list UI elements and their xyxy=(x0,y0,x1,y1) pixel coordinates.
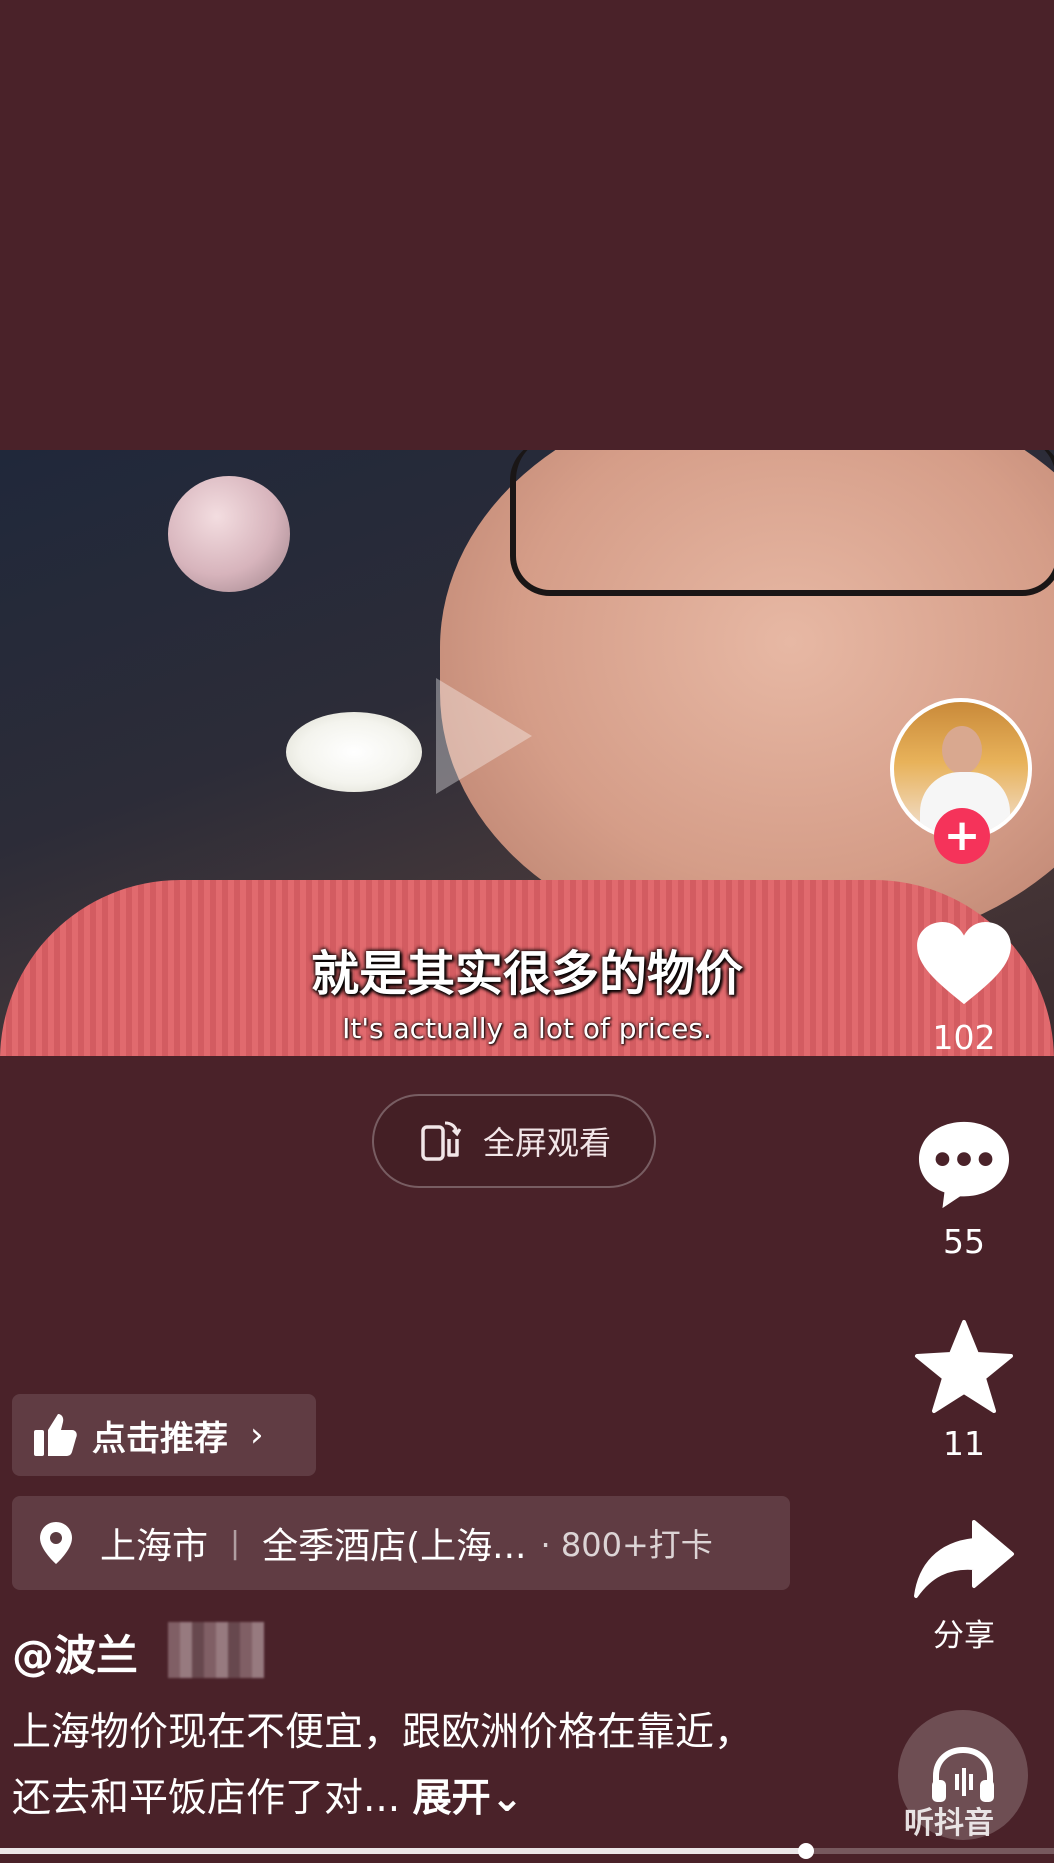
video-description: 上海物价现在不便宜，跟欧洲价格在靠近，还去和平饭店作了对... 展开⌄ xyxy=(12,1700,772,1832)
location-city: 上海市 xyxy=(100,1526,209,1567)
fullscreen-button[interactable]: 全屏观看 xyxy=(372,1094,656,1188)
share-arrow-icon xyxy=(914,1520,1014,1598)
star-icon xyxy=(915,1320,1013,1413)
chevron-right-icon: › xyxy=(250,1415,264,1455)
headphones-icon xyxy=(932,1746,994,1802)
progress-bar[interactable] xyxy=(0,1843,1054,1859)
subtitle-english: It's actually a lot of prices. xyxy=(342,1012,712,1045)
comment-bubble-icon xyxy=(918,1121,1010,1209)
glasses xyxy=(510,450,1054,596)
ceiling-light xyxy=(286,712,422,792)
rotate-screen-icon xyxy=(421,1121,462,1161)
follow-button[interactable]: + xyxy=(934,808,990,864)
author-name[interactable]: @波兰 xyxy=(12,1622,138,1683)
location-pin-icon xyxy=(40,1522,72,1564)
subtitle-chinese: 就是其实很多的物价 xyxy=(310,946,743,1002)
location-bar[interactable]: 上海市 | 全季酒店(上海... · 800+打卡 xyxy=(12,1496,790,1590)
favorite-count: 11 xyxy=(943,1424,985,1463)
progress-handle[interactable] xyxy=(798,1843,814,1859)
location-checkin-count: · 800+打卡 xyxy=(540,1526,713,1564)
recommend-label: 点击推荐 xyxy=(92,1418,228,1459)
description-text: 上海物价现在不便宜，跟欧洲价格在靠近，还去和平饭店作了对... xyxy=(12,1710,754,1821)
avatar-head xyxy=(942,726,982,774)
recommend-button[interactable]: 点击推荐 › xyxy=(12,1394,316,1476)
listen-audio-label: 听抖音 xyxy=(904,1806,994,1841)
comment-count: 55 xyxy=(943,1222,985,1261)
chevron-down-icon: ⌄ xyxy=(490,1776,524,1821)
fullscreen-label: 全屏观看 xyxy=(482,1124,611,1162)
expand-label: 展开 xyxy=(412,1776,491,1821)
play-icon[interactable] xyxy=(436,678,532,794)
like-button[interactable]: 102 xyxy=(902,920,1026,1057)
thumbs-up-icon xyxy=(34,1414,77,1456)
heart-icon xyxy=(917,921,1011,1005)
expand-button[interactable]: 展开⌄ xyxy=(413,1776,524,1821)
lantern xyxy=(168,476,290,592)
progress-fill xyxy=(0,1848,806,1854)
comment-button[interactable]: 55 xyxy=(902,1118,1026,1261)
location-divider: | xyxy=(230,1525,241,1561)
location-place: 全季酒店(上海... xyxy=(262,1526,527,1567)
share-label: 分享 xyxy=(933,1618,995,1654)
like-count: 102 xyxy=(932,1018,996,1057)
favorite-button[interactable]: 11 xyxy=(902,1318,1026,1463)
share-button[interactable]: 分享 xyxy=(902,1518,1026,1655)
blurred-author-name xyxy=(168,1622,264,1678)
